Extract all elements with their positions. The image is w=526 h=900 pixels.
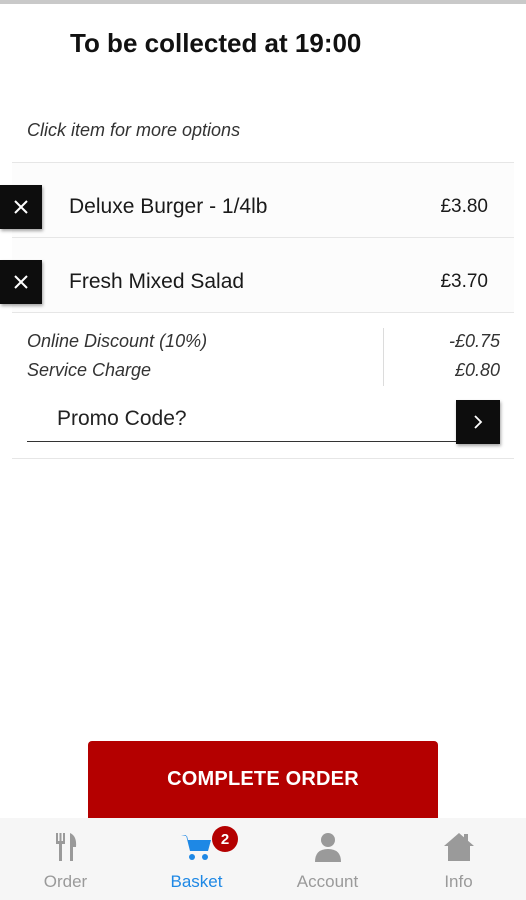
- tab-basket[interactable]: Basket: [131, 818, 262, 900]
- apply-promo-button[interactable]: [456, 400, 500, 444]
- service-charge-label: Service Charge: [27, 360, 152, 380]
- service-charge-value: £0.80: [454, 360, 500, 380]
- fork-knife-icon: [55, 833, 76, 861]
- top-status-strip: [0, 0, 526, 4]
- basket-item-name: Fresh Mixed Salad: [69, 270, 245, 293]
- person-icon: [314, 833, 341, 862]
- tab-order-label: Order: [43, 872, 88, 891]
- basket-count-badge: 2: [212, 826, 238, 852]
- basket-item-row[interactable]: Deluxe Burger - 1/4lb £3.80: [12, 163, 514, 237]
- discount-value: -£0.75: [448, 331, 500, 351]
- discount-label: Online Discount (10%): [27, 331, 208, 351]
- tab-account-label: Account: [296, 872, 359, 891]
- home-icon: [443, 833, 474, 861]
- tab-order[interactable]: Order: [0, 818, 131, 900]
- tab-account[interactable]: Account: [262, 818, 393, 900]
- tab-basket-label: Basket: [170, 872, 223, 891]
- summary-divider: [383, 328, 384, 386]
- remove-item-button[interactable]: [0, 185, 42, 229]
- divider: [12, 458, 514, 459]
- tab-info-label: Info: [444, 872, 473, 891]
- promo-code-input[interactable]: [27, 398, 457, 440]
- basket-item-row[interactable]: Fresh Mixed Salad £3.70: [12, 238, 514, 312]
- promo-code-field-wrap: [27, 398, 459, 442]
- basket-item-price: £3.70: [440, 271, 488, 292]
- close-icon: [14, 200, 28, 214]
- close-icon: [14, 275, 28, 289]
- basket-item-price: £3.80: [440, 196, 488, 217]
- remove-item-button[interactable]: [0, 260, 42, 304]
- bottom-tab-bar: Order Basket Account Info: [0, 818, 526, 900]
- cart-icon: [180, 835, 211, 860]
- tab-info[interactable]: Info: [393, 818, 524, 900]
- chevron-right-icon: [474, 415, 483, 429]
- complete-order-button[interactable]: COMPLETE ORDER: [88, 741, 438, 821]
- basket-item-name: Deluxe Burger - 1/4lb: [69, 195, 268, 218]
- basket-hint: Click item for more options: [27, 120, 241, 140]
- collection-time-title: To be collected at 19:00: [70, 28, 362, 58]
